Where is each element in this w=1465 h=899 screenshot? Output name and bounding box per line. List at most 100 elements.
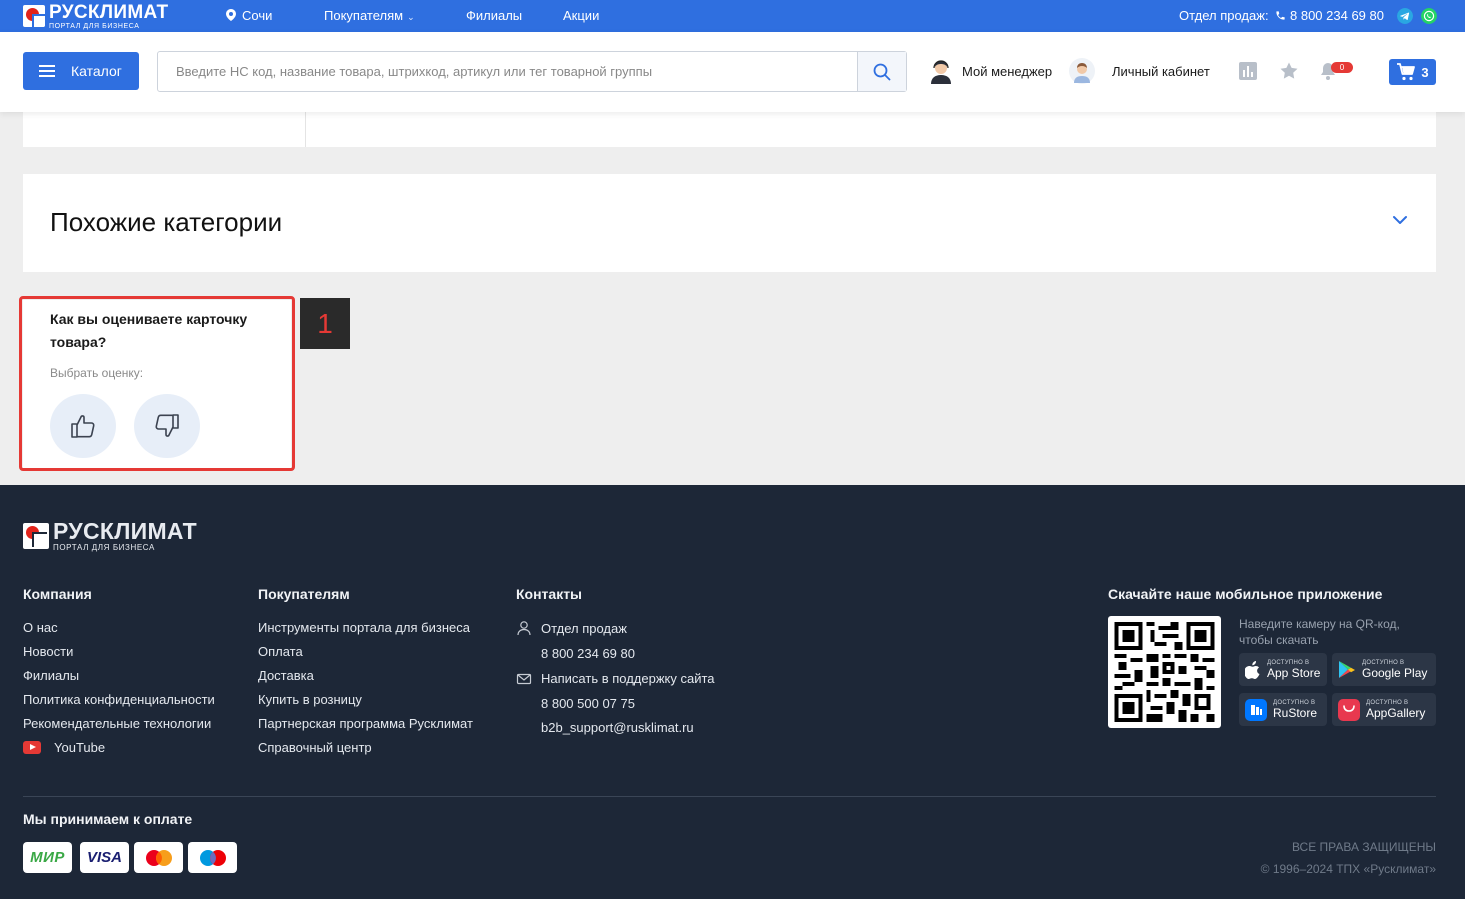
compare-chart-icon[interactable] — [1238, 61, 1258, 81]
brand-logo[interactable]: РУСКЛИМАТ ПОРТАЛ ДЛЯ БИЗНЕСА — [23, 1, 169, 30]
manager-avatar-icon — [928, 58, 954, 84]
qr-code-icon — [1114, 622, 1215, 722]
buyers-links: Инструменты портала для бизнеса Оплата Д… — [258, 619, 473, 763]
app-store-button[interactable]: ДОСТУПНО В App Store — [1239, 653, 1327, 686]
account-label: Личный кабинет — [1112, 63, 1210, 79]
rustore-button[interactable]: ДОСТУПНО В RuStore — [1239, 693, 1327, 726]
google-play-label: Google Play — [1362, 666, 1428, 680]
footer-logo-title: РУСКЛИМАТ — [53, 518, 198, 544]
search-input[interactable] — [158, 52, 857, 91]
telegram-icon[interactable] — [1397, 8, 1413, 24]
footer-sales-phone[interactable]: 8 800 234 69 80 — [541, 646, 635, 661]
search-icon — [873, 63, 891, 80]
mail-icon — [516, 673, 532, 685]
account-link[interactable]: Личный кабинет — [1069, 58, 1210, 84]
visa-label: VISA — [86, 849, 122, 866]
product-details-panel — [23, 112, 1436, 147]
nav-branches[interactable]: Филиалы — [466, 8, 522, 23]
support-email[interactable]: b2b_support@rusklimat.ru — [541, 720, 694, 735]
catalog-button[interactable]: Каталог — [23, 52, 139, 90]
highlight-outline — [19, 296, 295, 471]
search-bar — [157, 51, 907, 92]
footer-link-about[interactable]: О нас — [23, 619, 215, 643]
similar-categories-title: Похожие категории — [50, 207, 283, 237]
logo-mark-icon — [23, 523, 49, 549]
phone-icon — [1276, 11, 1285, 20]
appgallery-button[interactable]: ДОСТУПНО В AppGallery — [1332, 693, 1436, 726]
cart-icon — [1397, 63, 1416, 81]
qr-code — [1108, 616, 1221, 728]
footer: РУСКЛИМАТ ПОРТАЛ ДЛЯ БИЗНЕСА Компания О … — [0, 485, 1465, 899]
youtube-icon — [23, 741, 41, 754]
support-link[interactable]: Написать в поддержку сайта — [541, 671, 715, 686]
appgallery-icon — [1338, 698, 1360, 721]
payment-heading: Мы принимаем к оплате — [23, 811, 193, 827]
footer-link-news[interactable]: Новости — [23, 643, 215, 667]
app-heading: Скачайте наше мобильное приложение — [1108, 586, 1383, 602]
favorites-star-icon[interactable] — [1279, 61, 1299, 81]
sales-label: Отдел продаж: — [1179, 8, 1269, 23]
chevron-down-icon[interactable] — [1392, 215, 1408, 225]
nav-promotions[interactable]: Акции — [563, 8, 599, 23]
footer-link-help[interactable]: Справочный центр — [258, 739, 473, 763]
maestro-icon — [199, 849, 226, 866]
footer-logo-subtitle: ПОРТАЛ ДЛЯ БИЗНЕСА — [53, 543, 155, 552]
cart-button[interactable]: 3 — [1389, 59, 1436, 85]
location-pin-icon — [226, 9, 236, 21]
search-button[interactable] — [857, 52, 906, 91]
nav-buyers-label: Покупателям — [324, 8, 404, 23]
copyright-text: © 1996–2024 ТПХ «Русклимат» — [1260, 862, 1436, 876]
support-phone[interactable]: 8 800 500 07 75 — [541, 696, 635, 711]
appgallery-label: AppGallery — [1366, 706, 1426, 720]
city-selector[interactable]: Сочи — [226, 8, 272, 23]
logo-mark-icon — [23, 5, 45, 27]
app-store-label: App Store — [1267, 666, 1321, 680]
nav-buyers[interactable]: Покупателям ⌄ — [324, 8, 415, 23]
company-heading: Компания — [23, 586, 92, 602]
company-links: О нас Новости Филиалы Политика конфиденц… — [23, 619, 215, 763]
footer-link-payment[interactable]: Оплата — [258, 643, 473, 667]
visa-logo: VISA — [80, 842, 129, 873]
footer-link-partners[interactable]: Партнерская программа Русклимат — [258, 715, 473, 739]
footer-logo[interactable]: РУСКЛИМАТ ПОРТАЛ ДЛЯ БИЗНЕСА — [23, 520, 197, 552]
footer-link-privacy[interactable]: Политика конфиденциальности — [23, 691, 215, 715]
sales-phone: 8 800 234 69 80 — [1290, 8, 1384, 23]
footer-link-tools[interactable]: Инструменты портала для бизнеса — [258, 619, 473, 643]
youtube-label: YouTube — [54, 740, 106, 755]
top-bar: РУСКЛИМАТ ПОРТАЛ ДЛЯ БИЗНЕСА Сочи Покупа… — [0, 0, 1465, 32]
footer-link-recommendations[interactable]: Рекомендательные технологии — [23, 715, 215, 739]
mir-logo: МИР — [23, 842, 72, 873]
app-hint: Наведите камеру на QR-код, чтобы скачать — [1239, 617, 1400, 647]
mastercard-logo — [134, 842, 183, 873]
catalog-label: Каталог — [71, 63, 122, 79]
person-icon — [517, 621, 531, 636]
contacts-heading: Контакты — [516, 586, 583, 602]
google-play-button[interactable]: ДОСТУПНО В Google Play — [1332, 653, 1436, 686]
cart-count: 3 — [1421, 64, 1429, 80]
maestro-logo — [188, 842, 237, 873]
annotation-marker: 1 — [300, 298, 350, 349]
apple-icon — [1245, 660, 1260, 679]
logo-title: РУСКЛИМАТ — [49, 1, 169, 23]
logo-subtitle: ПОРТАЛ ДЛЯ БИЗНЕСА — [49, 22, 140, 30]
mir-label: МИР — [30, 849, 65, 866]
menu-icon — [39, 65, 55, 77]
header: Каталог Мой менеджер Личный кабинет 0 3 — [0, 32, 1465, 112]
footer-link-retail[interactable]: Купить в розницу — [258, 691, 473, 715]
footer-link-delivery[interactable]: Доставка — [258, 667, 473, 691]
copyright-block: ВСЕ ПРАВА ЗАЩИЩЕНЫ © 1996–2024 ТПХ «Руск… — [1261, 836, 1436, 880]
whatsapp-icon[interactable] — [1421, 8, 1437, 24]
buyers-heading: Покупателям — [258, 586, 350, 602]
rights-text: ВСЕ ПРАВА ЗАЩИЩЕНЫ — [1291, 840, 1436, 854]
footer-divider — [23, 796, 1436, 797]
chevron-down-icon: ⌄ — [407, 12, 415, 22]
my-manager-label: Мой менеджер — [962, 63, 1053, 79]
similar-categories-section[interactable]: Похожие категории — [23, 174, 1436, 272]
my-manager-link[interactable]: Мой менеджер — [928, 58, 1052, 84]
user-avatar-icon — [1069, 58, 1095, 84]
sales-phone-link[interactable]: 8 800 234 69 80 — [1275, 8, 1384, 23]
notifications-badge: 0 — [1331, 62, 1353, 73]
footer-link-youtube[interactable]: YouTube — [23, 739, 215, 763]
footer-link-branches[interactable]: Филиалы — [23, 667, 215, 691]
panel-divider — [305, 112, 306, 147]
